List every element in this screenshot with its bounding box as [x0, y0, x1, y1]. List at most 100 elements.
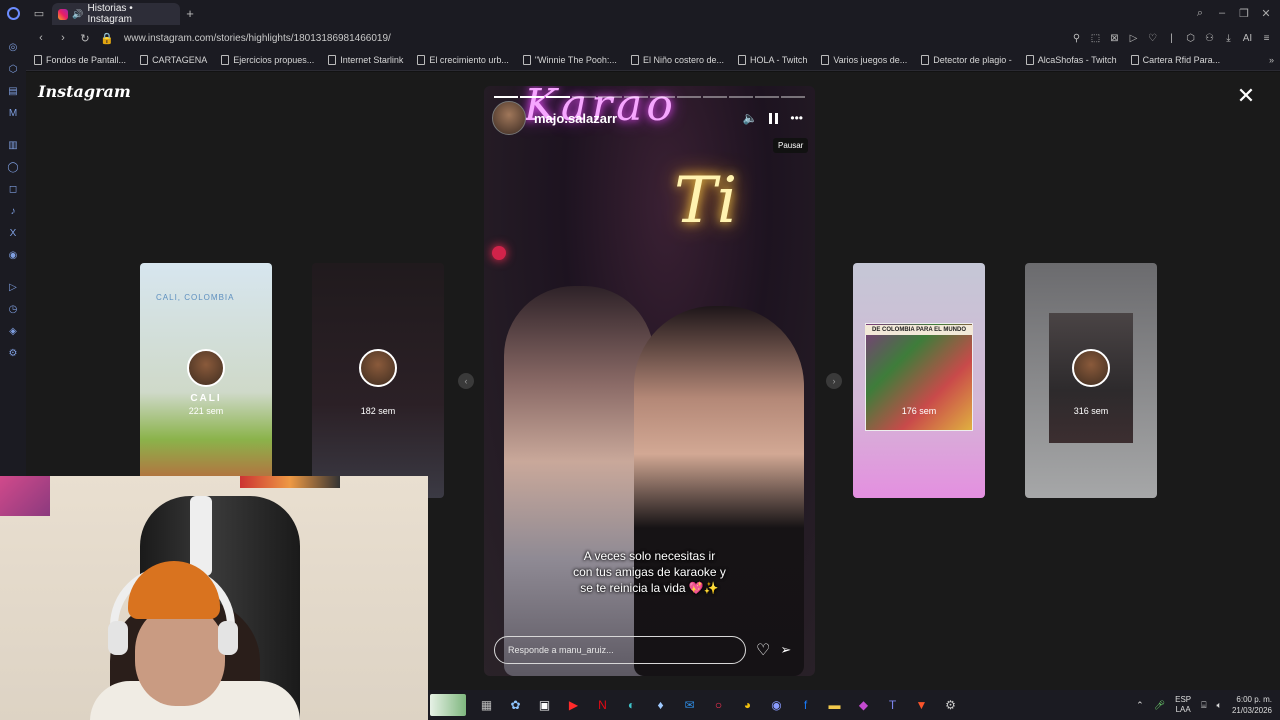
highlight-card-cali[interactable]: CALI, COLOMBIA CALI 221 sem: [140, 263, 272, 498]
tab-instagram[interactable]: 🔊 Historias • Instagram: [52, 3, 180, 25]
twitch-icon[interactable]: ▥: [0, 134, 26, 156]
bookmark-item[interactable]: Detector de plagio -: [921, 55, 1012, 65]
crypto-wallet-icon[interactable]: ⬡: [0, 58, 26, 80]
aria-icon[interactable]: ◎: [0, 36, 26, 58]
teams-icon[interactable]: T: [878, 690, 907, 720]
app-icon[interactable]: ♦: [646, 690, 675, 720]
bookmark-page-icon: [221, 55, 230, 65]
task-view-icon[interactable]: ▦: [472, 690, 501, 720]
story-username[interactable]: majo.salazarr: [534, 111, 617, 126]
lang-code: ESP: [1175, 695, 1192, 704]
restore-button[interactable]: ❐: [1236, 7, 1252, 20]
network-icon[interactable]: ⌸: [1201, 700, 1206, 711]
instagram-favicon-icon: [58, 8, 69, 20]
new-tab-button[interactable]: +: [180, 6, 200, 21]
ai-button[interactable]: AI: [1240, 33, 1255, 44]
profile-icon[interactable]: ⚇: [1202, 33, 1217, 44]
netflix-icon[interactable]: N: [588, 690, 617, 720]
send-icon[interactable]: ➢: [780, 642, 791, 658]
download-icon[interactable]: ⤓: [1221, 33, 1236, 44]
edge-icon[interactable]: ◐: [617, 690, 646, 720]
folder-icon[interactable]: ▬: [820, 690, 849, 720]
microphone-icon[interactable]: 🎤︎: [1154, 700, 1165, 711]
volume-icon[interactable]: 🔈: [742, 111, 757, 125]
snapshot-icon[interactable]: ⬚: [1088, 33, 1103, 44]
brave-icon[interactable]: ▼: [907, 690, 936, 720]
copilot-icon[interactable]: ✿: [501, 690, 530, 720]
more-options-icon[interactable]: •••: [790, 111, 803, 125]
history-icon[interactable]: ◷: [0, 298, 26, 320]
search-icon[interactable]: ⌕: [1192, 7, 1208, 20]
previous-story-button[interactable]: ‹: [458, 373, 474, 389]
x-icon[interactable]: X: [0, 222, 26, 244]
extensions-icon[interactable]: ◈: [0, 320, 26, 342]
bookmark-item[interactable]: Varios juegos de...: [821, 55, 907, 65]
facebook-icon[interactable]: f: [791, 690, 820, 720]
chevron-up-icon[interactable]: ⌃: [1136, 700, 1144, 711]
bookmark-item[interactable]: Fondos de Pantall...: [34, 55, 126, 65]
opera-icon[interactable]: ○: [704, 690, 733, 720]
bookmark-item[interactable]: Ejercicios propues...: [221, 55, 314, 65]
chrome-icon[interactable]: ◕: [733, 690, 762, 720]
opera-logo-icon[interactable]: [0, 0, 26, 26]
whatsapp-icon[interactable]: ◯: [0, 156, 26, 178]
outlook-icon[interactable]: ✉: [675, 690, 704, 720]
highlight-card-2[interactable]: 182 sem: [312, 263, 444, 498]
onenote-icon[interactable]: ◆: [849, 690, 878, 720]
extensions-puzzle-icon[interactable]: ⬡: [1183, 33, 1198, 44]
bookmark-item[interactable]: AlcaShofas - Twitch: [1025, 55, 1117, 65]
discord-icon[interactable]: ◉: [0, 244, 26, 266]
player-icon[interactable]: ▤: [0, 80, 26, 102]
reload-button[interactable]: ↻: [76, 32, 94, 45]
player-play-icon[interactable]: ▷: [0, 276, 26, 298]
bookmark-item[interactable]: Internet Starlink: [328, 55, 403, 65]
bookmark-item[interactable]: El crecimiento urb...: [417, 55, 509, 65]
tab-audio-icon[interactable]: 🔊: [72, 9, 83, 20]
close-window-button[interactable]: ✕: [1258, 7, 1274, 20]
store-icon[interactable]: ▣: [530, 690, 559, 720]
like-heart-icon[interactable]: ♡: [756, 640, 770, 660]
bookmark-item[interactable]: HOLA - Twitch: [737, 55, 807, 65]
minimize-button[interactable]: –: [1214, 7, 1230, 20]
close-icon[interactable]: ✕: [1236, 85, 1256, 107]
tab-manager-icon[interactable]: ▭: [26, 0, 52, 26]
settings-gear-icon[interactable]: ⚙: [936, 690, 965, 720]
gmail-icon[interactable]: M: [0, 102, 26, 124]
next-story-button[interactable]: ›: [826, 373, 842, 389]
instagram-logo[interactable]: Instagram: [38, 82, 131, 101]
url-text[interactable]: www.instagram.com/stories/highlights/180…: [124, 33, 391, 44]
bookmark-item[interactable]: Cartera Rfid Para...: [1130, 55, 1220, 65]
heart-icon[interactable]: ♡: [1145, 33, 1160, 44]
tiktok-icon[interactable]: ♪: [0, 200, 26, 222]
back-button[interactable]: ‹: [32, 32, 50, 44]
play-icon[interactable]: ▷: [1126, 33, 1141, 44]
menu-icon[interactable]: ≡: [1259, 33, 1274, 44]
avatar[interactable]: [492, 101, 526, 135]
bookmark-icon[interactable]: ⚲: [1069, 33, 1084, 44]
reply-input[interactable]: [494, 636, 746, 664]
pause-icon[interactable]: [769, 112, 779, 124]
story-frame[interactable]: Karao Ti majo.salazarr 🔈 ••• Pausar A ve…: [484, 86, 815, 676]
bookmark-item[interactable]: "Winnie The Pooh:...: [522, 55, 617, 65]
progress-segment: [650, 96, 675, 98]
forward-button[interactable]: ›: [54, 32, 72, 44]
language-indicator[interactable]: ESP LAA: [1175, 695, 1191, 715]
vpn-icon[interactable]: ⊠: [1107, 33, 1122, 44]
bookmark-item[interactable]: El Niño costero de...: [630, 55, 724, 65]
taskbar-thumbnail[interactable]: [430, 694, 466, 716]
bookmark-item[interactable]: CARTAGENA: [140, 55, 207, 65]
speaker-icon[interactable]: 🔈︎: [1217, 700, 1222, 711]
instagram-icon[interactable]: ◻: [0, 178, 26, 200]
system-clock[interactable]: 6:00 p. m. 21/03/2026: [1232, 694, 1272, 716]
lock-icon[interactable]: 🔒: [98, 32, 116, 45]
discord-icon[interactable]: ◉: [762, 690, 791, 720]
highlight-card-4[interactable]: 316 sem: [1025, 263, 1157, 498]
youtube-icon[interactable]: ▶: [559, 690, 588, 720]
highlight-card-3[interactable]: DE COLOMBIA PARA EL MUNDO 176 sem: [853, 263, 985, 498]
bookmarks-overflow-button[interactable]: »: [1269, 55, 1280, 65]
tab-title: Historias • Instagram: [87, 3, 133, 25]
avatar: [359, 349, 397, 387]
bookmark-page-icon: [34, 55, 42, 65]
settings-gear-icon[interactable]: ⚙: [0, 342, 26, 364]
card-weeks: 176 sem: [901, 406, 937, 416]
